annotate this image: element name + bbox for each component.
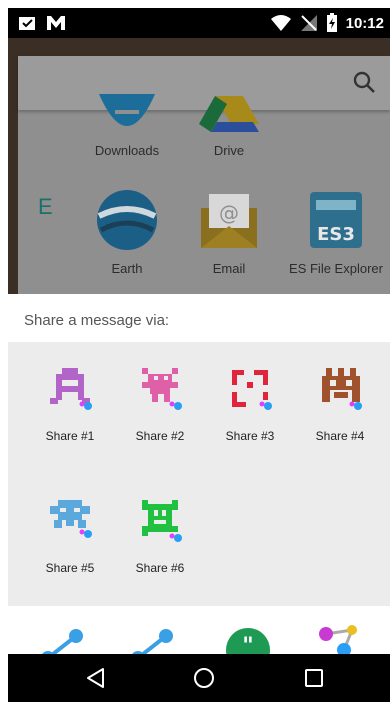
clock: 10:12 xyxy=(345,14,384,32)
app-label: Earth xyxy=(111,261,143,276)
more-share-targets-row: " xyxy=(8,606,390,654)
back-icon[interactable] xyxy=(84,666,108,690)
no-signal-icon xyxy=(300,15,317,31)
status-bar: 10:12 xyxy=(8,8,390,38)
app-label: ES File Explorer xyxy=(289,261,383,276)
share-targets-grid: Share #1 Share #2 Share #3 Share #4 Shar… xyxy=(8,342,390,606)
svg-text:ES3: ES3 xyxy=(317,224,355,245)
share-target-label: Share #3 xyxy=(225,429,275,443)
svg-text:@: @ xyxy=(219,201,239,225)
share-target-6[interactable]: Share #6 xyxy=(118,496,202,575)
app-downloads[interactable]: Downloads xyxy=(82,94,172,158)
search-icon[interactable] xyxy=(352,70,376,94)
space-invader-icon xyxy=(50,368,92,410)
navigation-bar xyxy=(8,654,390,702)
home-icon[interactable] xyxy=(192,666,216,690)
space-invader-icon xyxy=(142,500,182,542)
earth-icon xyxy=(97,190,157,250)
share-target-label: Share #1 xyxy=(45,429,95,443)
app-email[interactable]: @ Email xyxy=(184,188,274,276)
app-earth[interactable]: Earth xyxy=(82,188,172,276)
share-target-5[interactable]: Share #5 xyxy=(28,496,112,575)
share-chooser-sheet: Share a message via: Share #1 Share #2 S… xyxy=(8,294,390,654)
device-screen: 10:12 Downloads Drive E Earth @ Email ES… xyxy=(8,8,390,702)
space-invader-icon xyxy=(322,368,362,410)
hangouts-icon[interactable]: " xyxy=(226,626,270,654)
share-target-1[interactable]: Share #1 xyxy=(28,364,112,443)
notification-task-icon xyxy=(19,17,35,30)
recents-icon[interactable] xyxy=(302,666,326,690)
share-target-label: Share #6 xyxy=(135,561,185,575)
share-target-4[interactable]: Share #4 xyxy=(298,364,382,443)
share-icon[interactable] xyxy=(130,628,178,654)
index-letter: E xyxy=(38,194,53,219)
app-label: Email xyxy=(212,261,246,276)
share-target-label: Share #5 xyxy=(45,561,95,575)
app-drive[interactable]: Drive xyxy=(184,94,274,158)
app-drawer-background: Downloads Drive E Earth @ Email ES3 ES F… xyxy=(8,38,390,294)
es-file-explorer-icon: ES3 xyxy=(310,192,362,248)
space-invader-icon xyxy=(232,370,272,410)
share-chooser-title: Share a message via: xyxy=(8,294,390,342)
email-icon: @ xyxy=(201,194,257,248)
app-es-file-explorer[interactable]: ES3 ES File Explorer xyxy=(284,188,388,276)
battery-charging-icon xyxy=(326,13,337,32)
gmail-icon xyxy=(47,16,65,30)
downloads-icon xyxy=(99,94,155,126)
share-target-3[interactable]: Share #3 xyxy=(208,364,292,443)
app-label: Downloads xyxy=(94,143,160,158)
drive-icon xyxy=(199,96,259,132)
space-invader-icon xyxy=(142,368,182,410)
wifi-icon xyxy=(270,15,291,31)
share-target-2[interactable]: Share #2 xyxy=(118,364,202,443)
space-invader-icon xyxy=(50,500,92,538)
svg-text:": " xyxy=(242,634,253,654)
share-icon[interactable] xyxy=(40,628,88,654)
share-target-label: Share #2 xyxy=(135,429,185,443)
app-label: Drive xyxy=(213,143,245,158)
molecule-icon[interactable] xyxy=(314,624,362,654)
share-target-label: Share #4 xyxy=(315,429,365,443)
